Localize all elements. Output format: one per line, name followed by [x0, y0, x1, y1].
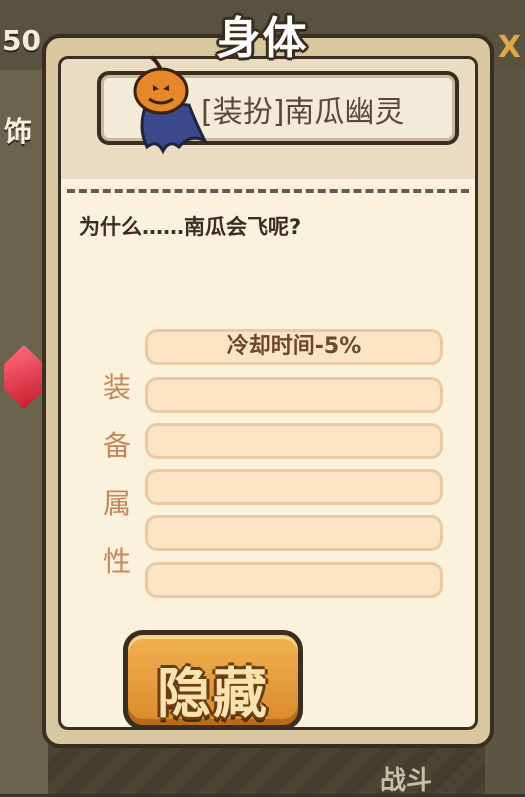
background-tab-label: 饰: [4, 115, 33, 148]
background-bottom-label: 战斗: [380, 766, 433, 796]
attributes-label-char: 性: [102, 545, 131, 578]
attributes-label-char: 备: [102, 429, 131, 462]
item-name: [装扮]南瓜幽灵: [201, 95, 405, 130]
item-description: 为什么……南瓜会飞呢?: [79, 215, 302, 239]
hide-button-label: 隐藏: [157, 662, 269, 725]
attribute-slot: [145, 377, 443, 413]
background-left-panel: [0, 70, 48, 794]
attributes-label: 装 备 属 性: [97, 359, 137, 591]
attributes-label-char: 装: [102, 371, 131, 404]
attribute-slot: [145, 423, 443, 459]
dialog-content: [装扮]南瓜幽灵 为什么……南瓜会飞呢? 装 备 属 性 冷却时间-5%: [58, 55, 478, 730]
attribute-slot: [145, 515, 443, 551]
attribute-slot: [145, 469, 443, 505]
divider: [67, 189, 469, 193]
hide-button[interactable]: 隐藏: [123, 630, 303, 730]
dialog-title: 身体: [216, 13, 309, 64]
attributes-label-char: 属: [102, 487, 131, 520]
item-header: [装扮]南瓜幽灵: [61, 55, 475, 179]
attribute-slot: 冷却时间-5%: [145, 329, 443, 365]
attribute-slot: [145, 562, 443, 598]
